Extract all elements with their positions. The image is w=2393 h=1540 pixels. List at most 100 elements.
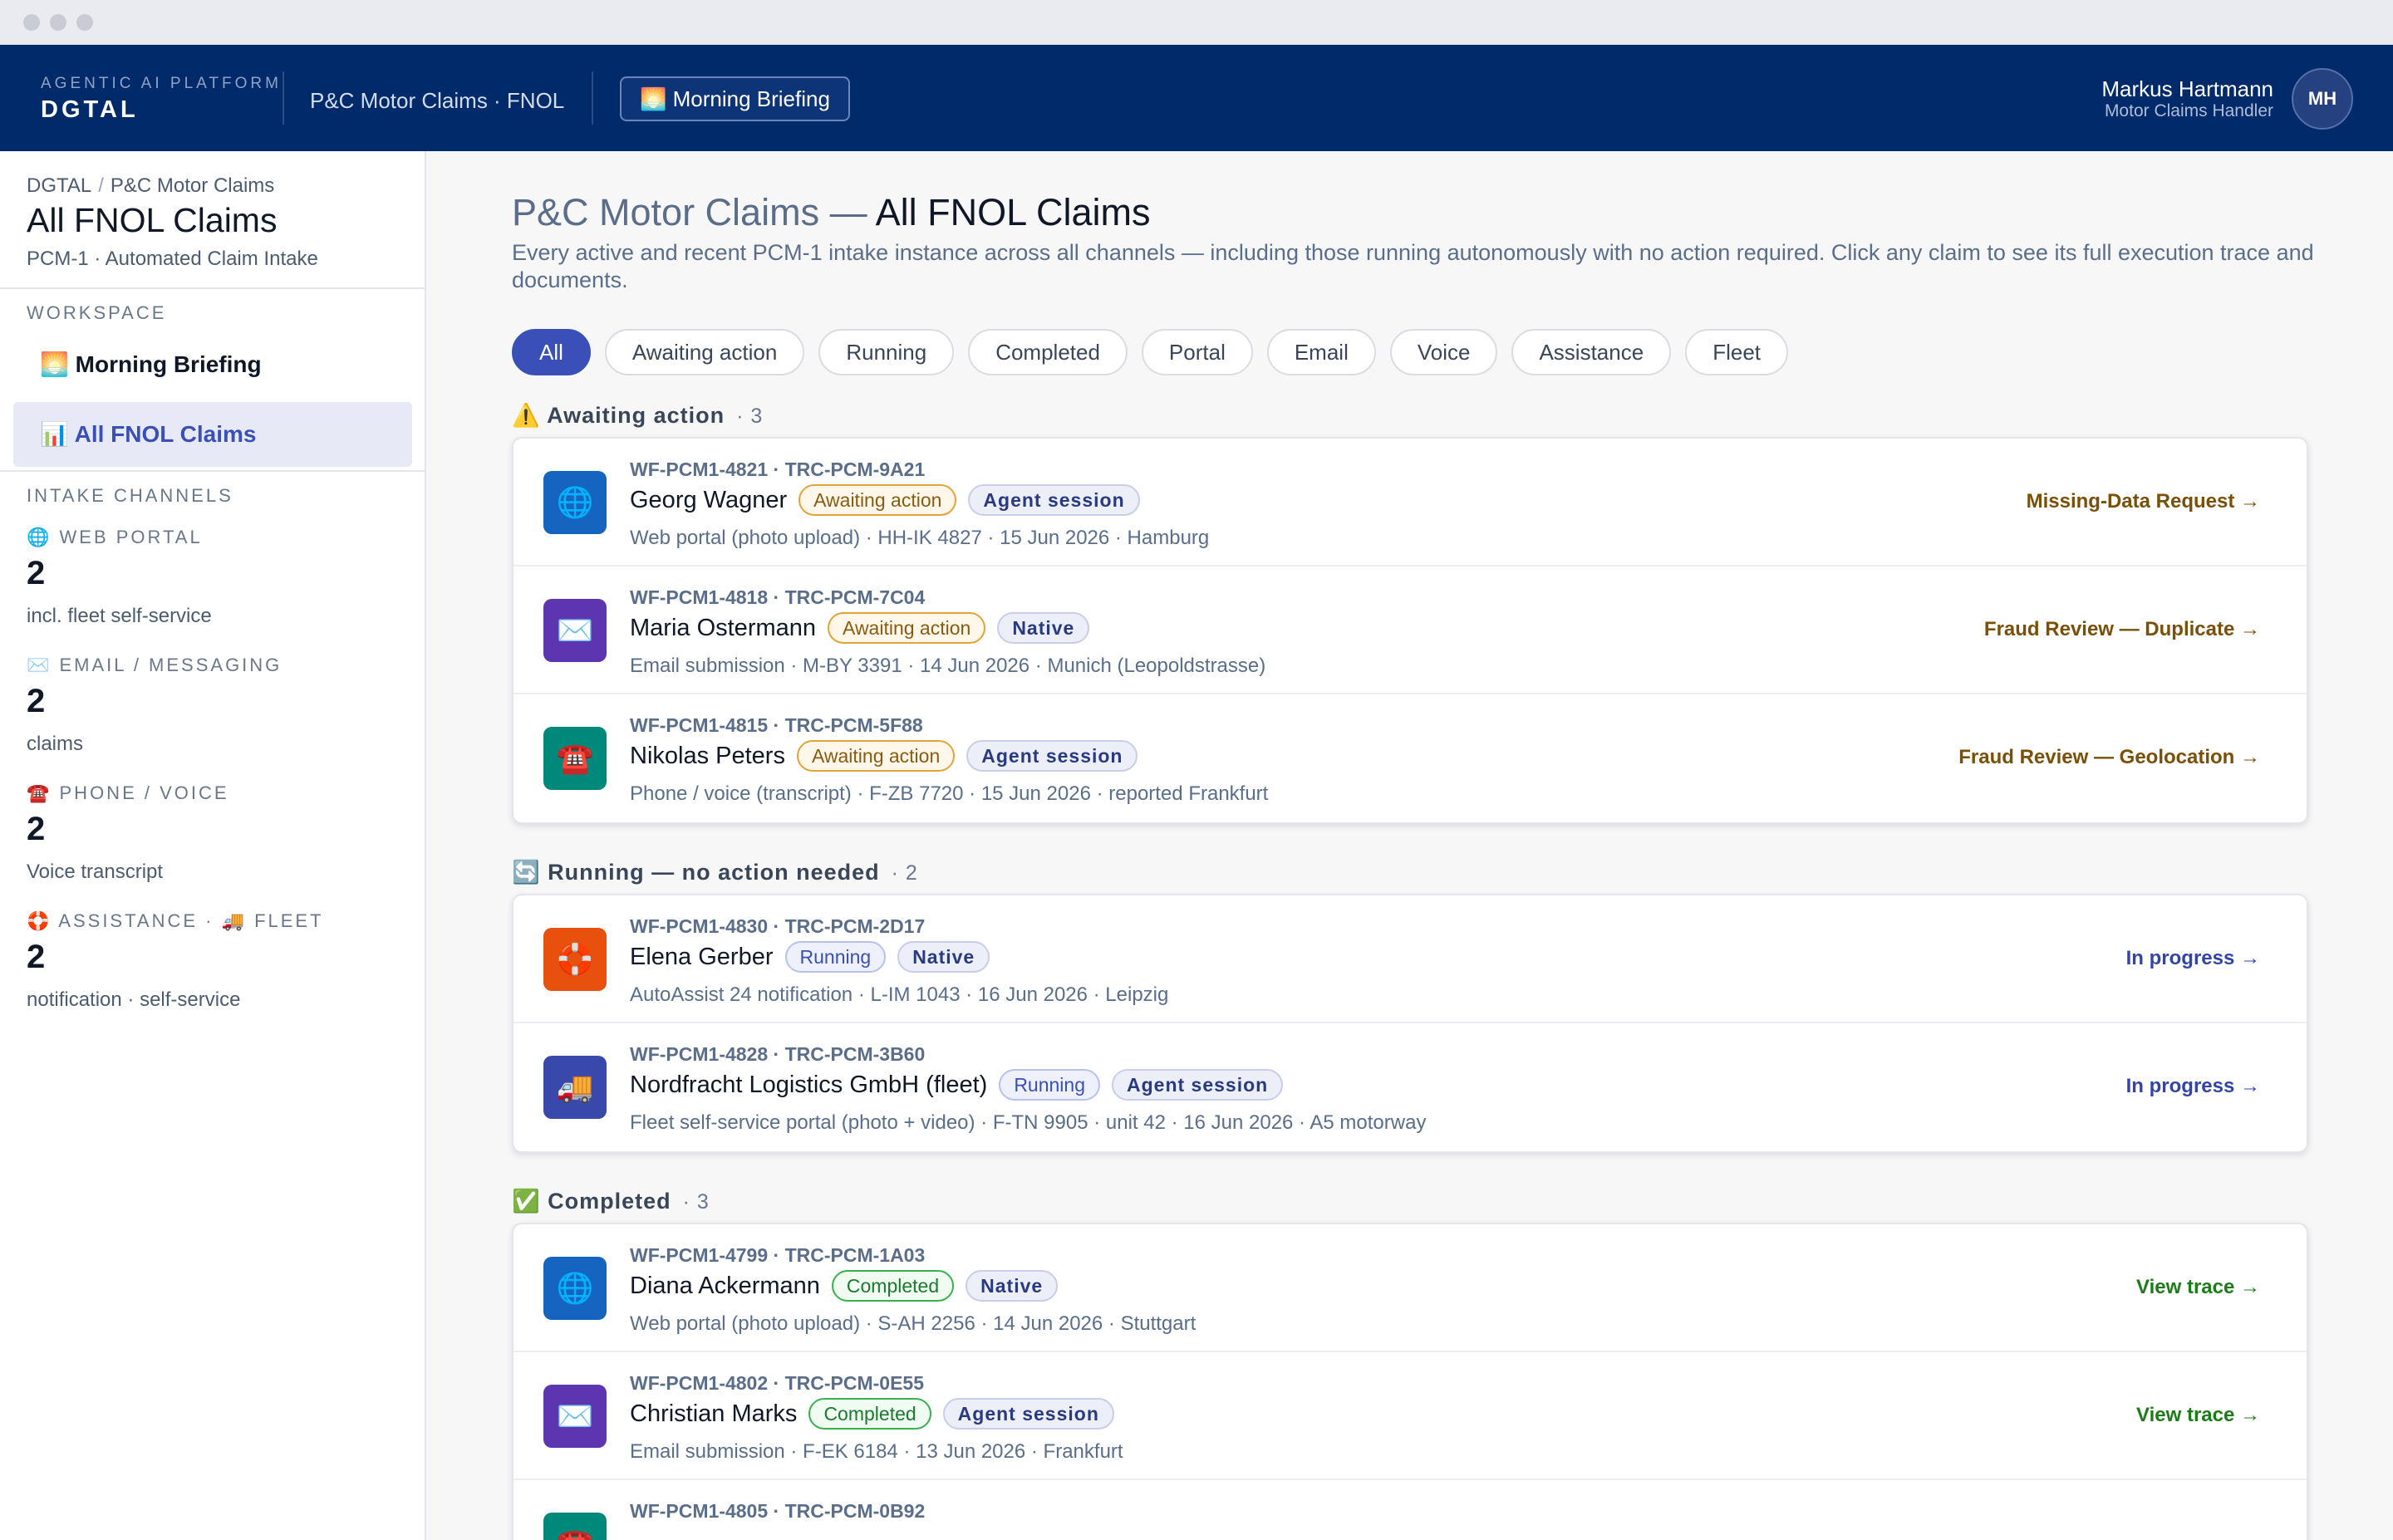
window-dot-minimize[interactable] xyxy=(50,14,66,31)
brand-subtitle: AGENTIC AI PLATFORM xyxy=(41,75,282,92)
sidebar-item-morning-briefing[interactable]: 🌅 Morning Briefing xyxy=(13,332,412,397)
claim-action-link[interactable]: Missing-Data Request → xyxy=(2027,490,2260,513)
claim-action-link[interactable]: In progress → xyxy=(2126,1075,2260,1098)
claim-row[interactable]: 🚚 WF-PCM1-4828 · TRC-PCM-3B60 Nordfracht L… xyxy=(513,1023,2307,1151)
claimant-name: Georg Wagner xyxy=(630,486,788,513)
claim-ids: WF-PCM1-4802 · TRC-PCM-0E55 xyxy=(630,1372,924,1394)
claim-row[interactable]: ☎️ WF-PCM1-4805 · TRC-PCM-0B92 xyxy=(513,1480,2307,1540)
channel-icon: 🚚 xyxy=(543,1056,607,1119)
session-type-badge: Agent session xyxy=(942,1398,1114,1430)
status-badge: Running xyxy=(999,1069,1100,1101)
filter-chip-awaiting-action[interactable]: Awaiting action xyxy=(604,329,805,375)
filter-chip-running[interactable]: Running xyxy=(818,329,955,375)
claim-name-line: Christian Marks Completed Agent session xyxy=(630,1398,1114,1430)
group-heading: ✅ Completed · 3 xyxy=(512,1188,710,1214)
divider xyxy=(0,470,425,472)
group-heading: 🔄 Running — no action needed · 2 xyxy=(512,859,918,885)
claim-action-link[interactable]: Fraud Review — Geolocation → xyxy=(1958,746,2260,769)
breadcrumb-item-motor-claims[interactable]: P&C Motor Claims xyxy=(111,174,274,197)
main-content: P&C Motor Claims — All FNOL Claims Every… xyxy=(426,151,2393,1540)
channel-icon: 🌐 xyxy=(543,471,607,534)
page-title: P&C Motor Claims — All FNOL Claims xyxy=(512,191,1150,234)
group-heading: ⚠️ Awaiting action · 3 xyxy=(512,402,763,429)
sidebar: DGTAL / P&C Motor Claims All FNOL Claims P… xyxy=(0,151,426,1540)
claims-card: 🌐 WF-PCM1-4821 · TRC-PCM-9A21 Georg Wagner… xyxy=(512,437,2308,824)
breadcrumb-separator: / xyxy=(98,174,104,197)
session-type-badge: Agent session xyxy=(966,740,1138,772)
claim-action-link[interactable]: View trace → xyxy=(2136,1276,2260,1299)
claim-ids: WF-PCM1-4818 · TRC-PCM-7C04 xyxy=(630,586,926,608)
claim-ids: WF-PCM1-4805 · TRC-PCM-0B92 xyxy=(630,1500,926,1522)
claim-meta: AutoAssist 24 notification · L-IM 1043 ·… xyxy=(630,983,1169,1006)
claimant-name: Nordfracht Logistics GmbH (fleet) xyxy=(630,1071,988,1098)
channel-count-email: 2 xyxy=(27,683,46,719)
claim-row[interactable]: ✉️ WF-PCM1-4802 · TRC-PCM-0E55 Christian M… xyxy=(513,1352,2307,1480)
claim-ids: WF-PCM1-4815 · TRC-PCM-5F88 xyxy=(630,714,923,736)
page-title-prefix: P&C Motor Claims — xyxy=(512,191,876,233)
sidebar-subtitle: PCM-1 · Automated Claim Intake xyxy=(27,248,318,270)
group-heading-label: 🔄 Running — no action needed xyxy=(512,860,880,885)
claim-row[interactable]: 🌐 WF-PCM1-4821 · TRC-PCM-9A21 Georg Wagner… xyxy=(513,439,2307,566)
morning-briefing-button[interactable]: 🌅 Morning Briefing xyxy=(620,76,850,121)
sidebar-item-all-fnol-claims[interactable]: 📊 All FNOL Claims xyxy=(13,402,412,467)
claimant-name: Christian Marks xyxy=(630,1400,798,1427)
claim-ids: WF-PCM1-4799 · TRC-PCM-1A03 xyxy=(630,1244,926,1266)
claim-ids: WF-PCM1-4830 · TRC-PCM-2D17 xyxy=(630,915,926,937)
filter-chip-assistance[interactable]: Assistance xyxy=(1511,329,1672,375)
claim-row[interactable]: 🌐 WF-PCM1-4799 · TRC-PCM-1A03 Diana Ackerm… xyxy=(513,1224,2307,1352)
status-badge: Awaiting action xyxy=(828,612,986,644)
channel-label-web-portal: 🌐 WEB PORTAL xyxy=(27,527,203,547)
filter-chip-fleet[interactable]: Fleet xyxy=(1685,329,1789,375)
channel-note-phone: Voice transcript xyxy=(27,861,164,883)
filter-chip-portal[interactable]: Portal xyxy=(1141,329,1253,375)
divider xyxy=(592,71,593,125)
claim-name-line: Nordfracht Logistics GmbH (fleet) Running… xyxy=(630,1069,1284,1101)
window-chrome xyxy=(0,0,2393,45)
channel-icon: 🌐 xyxy=(543,1257,607,1320)
avatar[interactable]: MH xyxy=(2292,68,2353,130)
channel-count-assistance-fleet: 2 xyxy=(27,939,46,975)
channel-icon: ☎️ xyxy=(543,727,607,790)
claim-action-link[interactable]: In progress → xyxy=(2126,947,2260,970)
claim-ids: WF-PCM1-4821 · TRC-PCM-9A21 xyxy=(630,459,926,480)
claim-ids: WF-PCM1-4828 · TRC-PCM-3B60 xyxy=(630,1043,926,1065)
claim-meta: Email submission · F-EK 6184 · 13 Jun 20… xyxy=(630,1440,1123,1463)
claimant-name: Elena Gerber xyxy=(630,943,774,970)
channel-note-assistance-fleet: notification · self-service xyxy=(27,988,241,1011)
user-role: Motor Claims Handler xyxy=(2104,101,2273,120)
status-badge: Running xyxy=(784,941,887,973)
channel-icon: 🛟 xyxy=(543,928,607,991)
claim-action-link[interactable]: View trace → xyxy=(2136,1404,2260,1427)
claim-row[interactable]: ☎️ WF-PCM1-4815 · TRC-PCM-5F88 Nikolas Pet… xyxy=(513,694,2307,822)
channel-label-email: ✉️ EMAIL / MESSAGING xyxy=(27,655,283,675)
status-badge: Awaiting action xyxy=(796,740,956,772)
claim-name-line: Nikolas Peters Awaiting action Agent sessi… xyxy=(630,740,1138,772)
sidebar-title: All FNOL Claims xyxy=(27,201,278,239)
page-title-main: All FNOL Claims xyxy=(875,191,1151,233)
filter-chip-all[interactable]: All xyxy=(512,329,591,375)
window-dot-zoom[interactable] xyxy=(76,14,93,31)
channel-count-phone: 2 xyxy=(27,811,46,847)
claim-action-link[interactable]: Fraud Review — Duplicate → xyxy=(1984,618,2260,641)
channel-note-web-portal: incl. fleet self-service xyxy=(27,605,212,627)
claims-card: 🛟 WF-PCM1-4830 · TRC-PCM-2D17 Elena Gerber… xyxy=(512,894,2308,1153)
filter-bar: All Awaiting action Running Completed Portal… xyxy=(512,329,1789,375)
claimant-name: Diana Ackermann xyxy=(630,1272,820,1299)
group-heading-label: ✅ Completed xyxy=(512,1189,671,1214)
breadcrumb: DGTAL / P&C Motor Claims xyxy=(27,174,274,198)
divider xyxy=(0,287,425,289)
filter-chip-completed[interactable]: Completed xyxy=(968,329,1128,375)
claim-row[interactable]: ✉️ WF-PCM1-4818 · TRC-PCM-7C04 Maria Oster… xyxy=(513,566,2307,694)
group-count: · 3 xyxy=(736,405,764,428)
status-badge: Completed xyxy=(808,1398,931,1430)
window-dot-close[interactable] xyxy=(23,14,40,31)
breadcrumb-item-dgtal[interactable]: DGTAL xyxy=(27,174,91,197)
claimant-name: Maria Ostermann xyxy=(630,614,817,641)
claim-row[interactable]: 🛟 WF-PCM1-4830 · TRC-PCM-2D17 Elena Gerber… xyxy=(513,895,2307,1023)
filter-chip-email[interactable]: Email xyxy=(1266,329,1376,375)
channel-label-assistance-fleet: 🛟 ASSISTANCE · 🚚 FLEET xyxy=(27,910,324,931)
filter-chip-voice[interactable]: Voice xyxy=(1389,329,1498,375)
user-name: Markus Hartmann xyxy=(2101,76,2273,101)
brand-logo[interactable]: DGTAL xyxy=(41,96,139,124)
group-count: · 3 xyxy=(682,1190,710,1214)
